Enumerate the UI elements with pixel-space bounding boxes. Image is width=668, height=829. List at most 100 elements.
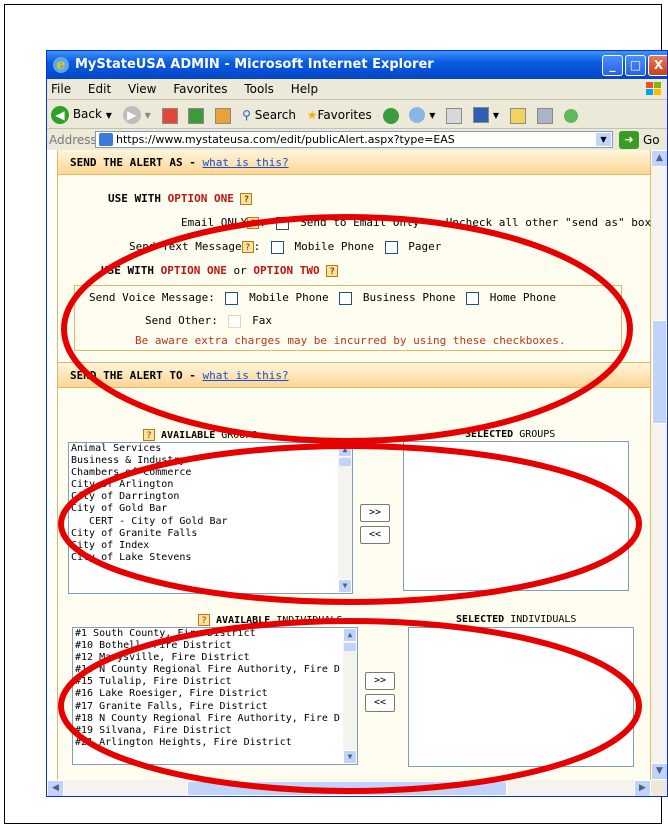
- text-mobile-checkbox[interactable]: [270, 240, 284, 254]
- list-item[interactable]: City of Lake Stevens: [71, 552, 352, 564]
- refresh-button[interactable]: [188, 101, 205, 129]
- list-item[interactable]: City of Darrington: [71, 491, 352, 503]
- page-icon: [99, 133, 113, 146]
- print-icon: [446, 107, 463, 124]
- go-button[interactable]: Go: [643, 129, 660, 151]
- add-groups-button[interactable]: >>: [360, 504, 390, 522]
- scroll-up-icon[interactable]: ▲: [651, 150, 667, 167]
- scroll-thumb[interactable]: [652, 320, 667, 424]
- list-item[interactable]: City of Granite Falls: [71, 528, 352, 540]
- list-item[interactable]: #1 South County, Fire District: [75, 628, 357, 640]
- scroll-down-icon[interactable]: ▼: [343, 750, 357, 764]
- print-button[interactable]: [446, 101, 463, 129]
- list-item[interactable]: Animal Services: [71, 443, 352, 455]
- list-item[interactable]: #19 Silvana, Fire District: [75, 725, 357, 737]
- menu-file[interactable]: File: [51, 82, 71, 96]
- voice-mobile-checkbox[interactable]: [225, 291, 239, 305]
- email-only-text: Send to Email Only -- Uncheck all other …: [300, 216, 651, 229]
- page-horizontal-scrollbar[interactable]: ◀ ▶: [47, 780, 651, 796]
- list-item[interactable]: City of Gold Bar: [71, 503, 352, 515]
- page-vertical-scrollbar[interactable]: ▲ ▼: [651, 150, 667, 780]
- list-item[interactable]: #14 N County Regional Fire Authority, Fi…: [75, 664, 357, 676]
- available-groups-list[interactable]: Animal Services Business & Industry Chambe…: [68, 442, 353, 594]
- help-icon[interactable]: ?: [247, 217, 260, 229]
- help-icon[interactable]: ?: [198, 614, 210, 626]
- other-label: Send Other:: [145, 314, 218, 327]
- scroll-right-icon[interactable]: ▶: [634, 780, 651, 796]
- back-button[interactable]: ◀ Back ▼: [51, 100, 112, 130]
- voice-mobile-label: Mobile Phone: [249, 291, 329, 304]
- scroll-thumb[interactable]: [187, 781, 507, 796]
- voice-business-checkbox[interactable]: [339, 291, 353, 305]
- list-item[interactable]: City of Index: [71, 540, 352, 552]
- remove-individuals-button[interactable]: <<: [365, 694, 395, 712]
- chevron-down-icon[interactable]: ▼: [596, 133, 611, 146]
- list-item[interactable]: CERT - City of Gold Bar: [71, 516, 352, 528]
- minimize-button[interactable]: _: [602, 55, 623, 76]
- address-input[interactable]: https://www.mystateusa.com/edit/publicAl…: [95, 131, 613, 148]
- discuss-button[interactable]: [509, 101, 526, 129]
- stop-button[interactable]: [161, 101, 178, 129]
- help-icon[interactable]: ?: [143, 429, 155, 441]
- home-icon: [215, 107, 232, 124]
- scroll-down-icon[interactable]: ▼: [651, 763, 667, 780]
- mail-button[interactable]: ▼: [409, 100, 435, 130]
- voice-home-checkbox[interactable]: [466, 291, 480, 305]
- list-item[interactable]: City of Arlington: [71, 479, 352, 491]
- list-item[interactable]: #15 Tulalip, Fire District: [75, 676, 357, 688]
- list-item[interactable]: #21 Arlington Heights, Fire District: [75, 737, 357, 749]
- go-arrow-icon[interactable]: ➜: [619, 131, 639, 149]
- menu-tools[interactable]: Tools: [244, 82, 274, 96]
- list-item[interactable]: #10 Bothell, Fire District: [75, 640, 357, 652]
- label-rest: INDIVIDUALS: [510, 614, 577, 625]
- scroll-left-icon[interactable]: ◀: [47, 780, 64, 796]
- menu-view[interactable]: View: [128, 82, 156, 96]
- history-button[interactable]: [382, 101, 399, 129]
- selected-individuals-list[interactable]: [408, 627, 634, 767]
- help-icon[interactable]: ?: [240, 193, 253, 205]
- scroll-corner: [651, 780, 667, 796]
- favorites-button[interactable]: ★Favorites: [307, 101, 372, 129]
- remove-groups-button[interactable]: <<: [360, 526, 390, 544]
- maximize-button[interactable]: □: [625, 55, 646, 76]
- list-item[interactable]: #12 Marysville, Fire District: [75, 652, 357, 664]
- word-button[interactable]: ▼: [473, 100, 499, 130]
- label-bold: AVAILABLE: [161, 430, 216, 441]
- add-individuals-button[interactable]: >>: [365, 672, 395, 690]
- menu-edit[interactable]: Edit: [88, 82, 111, 96]
- help-icon[interactable]: ?: [326, 265, 339, 277]
- list-item[interactable]: Chambers of Commerce: [71, 467, 352, 479]
- groups-items: Animal Services Business & Industry Chambe…: [71, 443, 352, 564]
- messenger-button[interactable]: [563, 101, 578, 129]
- scroll-down-icon[interactable]: ▼: [338, 579, 352, 593]
- list-item[interactable]: Business & Industry: [71, 455, 352, 467]
- menu-favorites[interactable]: Favorites: [173, 82, 227, 96]
- address-url: https://www.mystateusa.com/edit/publicAl…: [116, 133, 455, 146]
- forward-button[interactable]: ▶ ▼: [122, 100, 151, 130]
- email-only-checkbox[interactable]: [276, 216, 290, 230]
- scroll-thumb[interactable]: [344, 643, 356, 651]
- available-individuals-list[interactable]: #1 South County, Fire District #10 Bothel…: [72, 627, 358, 765]
- send-to-header: SEND THE ALERT TO - what is this?: [58, 362, 650, 388]
- scroll-up-icon[interactable]: ▲: [338, 443, 352, 457]
- help-icon[interactable]: ?: [241, 241, 254, 253]
- scroll-up-icon[interactable]: ▲: [343, 628, 357, 642]
- menu-help[interactable]: Help: [291, 82, 318, 96]
- list-scrollbar[interactable]: ▲ ▼: [338, 443, 352, 593]
- pager-checkbox[interactable]: [384, 240, 398, 254]
- send-to-help-link[interactable]: what is this?: [202, 369, 288, 382]
- fax-checkbox[interactable]: [228, 314, 242, 328]
- selected-groups-list[interactable]: [403, 441, 629, 591]
- scroll-thumb[interactable]: [339, 458, 351, 466]
- list-item[interactable]: #16 Lake Roesiger, Fire District: [75, 688, 357, 700]
- individuals-items: #1 South County, Fire District #10 Bothel…: [75, 628, 357, 749]
- forward-arrow-icon: ▶: [122, 105, 141, 124]
- send-as-help-link[interactable]: what is this?: [202, 156, 288, 169]
- research-button[interactable]: [536, 101, 553, 129]
- list-scrollbar[interactable]: ▲ ▼: [343, 628, 357, 764]
- close-button[interactable]: X: [648, 55, 667, 76]
- search-button[interactable]: ⚲ Search: [242, 101, 296, 129]
- list-item[interactable]: #18 N County Regional Fire Authority, Fi…: [75, 713, 357, 725]
- home-button[interactable]: [215, 101, 232, 129]
- list-item[interactable]: #17 Granite Falls, Fire District: [75, 701, 357, 713]
